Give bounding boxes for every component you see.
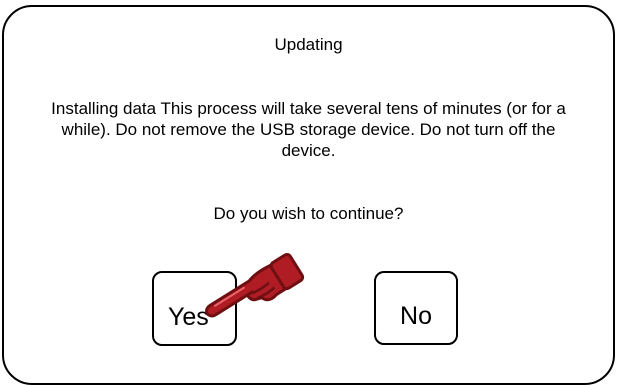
yes-button[interactable]: Yes <box>152 271 237 346</box>
yes-button-label: Yes <box>168 303 209 331</box>
no-button-label: No <box>400 302 432 330</box>
update-dialog: Updating Installing data This process wi… <box>2 5 615 385</box>
dialog-message: Installing data This process will take s… <box>51 99 566 160</box>
dialog-title: Updating <box>274 35 343 54</box>
no-button[interactable]: No <box>374 271 458 345</box>
dialog-question: Do you wish to continue? <box>213 204 404 223</box>
